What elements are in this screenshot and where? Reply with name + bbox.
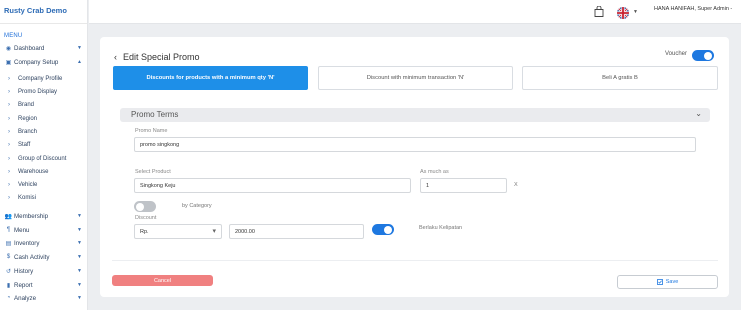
sidebar-sub-branch[interactable]: › Branch [0, 126, 88, 138]
analyze-icon: ◔ [6, 295, 11, 301]
chevron-down-icon: ▼ [77, 227, 82, 233]
chevron-right-icon: › [8, 102, 10, 108]
voucher-toggle[interactable] [692, 50, 714, 61]
chevron-right-icon: › [8, 195, 10, 201]
chevron-down-icon: ▼ [77, 282, 82, 288]
sidebar-item-membership[interactable]: 👥 Membership ▼ [0, 210, 88, 222]
chevron-right-icon: › [8, 156, 10, 162]
chevron-right-icon: › [8, 116, 10, 122]
voucher-label: Voucher [665, 51, 688, 57]
chevron-right-icon: › [8, 142, 10, 148]
sidebar-item-history[interactable]: ↺ History ▼ [0, 265, 88, 277]
users-icon: 👥 [4, 213, 13, 220]
promo-terms-header[interactable]: Promo Terms ⌄ [120, 108, 710, 122]
chevron-right-icon: › [8, 169, 10, 175]
sidebar-item-company-setup[interactable]: ▣ Company Setup ▲ [0, 56, 88, 68]
chevron-right-icon: › [8, 182, 10, 188]
sidebar-sub-brand[interactable]: › Brand [0, 99, 88, 111]
edit-promo-card: ‹ Edit Special Promo Voucher Discounts f… [100, 37, 729, 297]
history-icon: ↺ [5, 268, 12, 275]
save-icon [656, 279, 663, 285]
select-product-input[interactable]: Singkong Keju [134, 178, 411, 193]
brand-title[interactable]: Rusty Crab Demo [0, 0, 87, 24]
page-title: Edit Special Promo [123, 52, 200, 62]
sidebar-sub-group-of-discount[interactable]: › Group of Discount [0, 153, 88, 165]
inventory-icon: ▤ [5, 240, 12, 247]
chevron-down-icon: ▼ [77, 254, 82, 260]
discount-unit-select[interactable]: Rp. [134, 224, 222, 239]
sidebar: Rusty Crab Demo MENU ◉ Dashboard ▼ ▣ Com… [0, 0, 88, 310]
sidebar-item-analyze[interactable]: ◔ Analyze ▼ [0, 292, 88, 304]
report-icon: ▮ [6, 282, 11, 289]
uk-flag-icon[interactable] [617, 7, 629, 19]
by-category-label: by Category [182, 203, 212, 209]
shopping-bag-icon[interactable] [594, 6, 604, 17]
cancel-button[interactable]: Cancel [112, 275, 213, 286]
divider [112, 260, 718, 261]
chevron-down-icon: ▼ [77, 268, 82, 274]
sidebar-sub-promo-display[interactable]: › Promo Display [0, 86, 88, 98]
times-symbol: X [514, 182, 518, 188]
sidebar-item-menu[interactable]: ¶ Menu ▼ [0, 224, 88, 236]
save-button[interactable]: Save [617, 275, 718, 289]
sidebar-sub-company-profile[interactable]: › Company Profile [0, 73, 88, 85]
promo-name-label: Promo Name [135, 128, 168, 134]
chevron-down-icon: ▼ [77, 240, 82, 246]
tab-min-transaction[interactable]: Discount with minimum transaction 'N' [318, 66, 513, 90]
cash-icon: $ [6, 254, 11, 260]
sidebar-item-inventory[interactable]: ▤ Inventory ▼ [0, 237, 88, 249]
sidebar-sub-vehicle[interactable]: › Vehicle [0, 179, 88, 191]
chevron-down-icon: ▼ [77, 45, 82, 51]
sidebar-sub-warehouse[interactable]: › Warehouse [0, 166, 88, 178]
user-menu[interactable]: HANA HANIFAH, Super Admin - [654, 6, 732, 12]
discount-label: Discount [135, 215, 157, 221]
sidebar-item-cash-activity[interactable]: $ Cash Activity ▼ [0, 251, 88, 263]
sidebar-sub-staff[interactable]: › Staff [0, 139, 88, 151]
multiple-toggle[interactable] [372, 224, 394, 235]
chevron-up-icon: ▲ [77, 59, 82, 65]
chevron-down-icon: ▼ [77, 213, 82, 219]
as-much-as-input[interactable]: 1 [420, 178, 507, 193]
topbar: ▼ HANA HANIFAH, Super Admin - [89, 0, 741, 24]
company-icon: ▣ [5, 59, 12, 66]
menu-icon: ¶ [6, 227, 11, 233]
multiple-label: Berlaku Kelipatan [419, 225, 463, 231]
menu-title: MENU [4, 33, 23, 39]
select-product-label: Select Product [135, 169, 171, 175]
promo-name-input[interactable]: promo singkong [134, 137, 696, 152]
discount-value-input[interactable]: 2000.00 [229, 224, 364, 239]
chevron-down-icon: ▼ [77, 295, 82, 301]
language-chevron-icon[interactable]: ▼ [633, 9, 638, 15]
sidebar-item-report[interactable]: ▮ Report ▼ [0, 279, 88, 291]
sidebar-sub-komisi[interactable]: › Komisi [0, 192, 88, 204]
chevron-right-icon: › [8, 89, 10, 95]
sidebar-item-dashboard[interactable]: ◉ Dashboard ▼ [0, 42, 88, 54]
tab-min-qty[interactable]: Discounts for products with a minimum qt… [113, 66, 308, 90]
dashboard-icon: ◉ [5, 45, 12, 52]
as-much-as-label: As much as [420, 169, 449, 175]
chevron-down-icon: ⌄ [695, 109, 702, 118]
sidebar-sub-region[interactable]: › Region [0, 113, 88, 125]
section-title: Promo Terms [131, 110, 179, 119]
chevron-right-icon: › [8, 129, 10, 135]
chevron-right-icon: › [8, 76, 10, 82]
by-category-toggle[interactable] [134, 201, 156, 212]
tab-beli-a-gratis-b[interactable]: Beli A gratis B [522, 66, 718, 90]
back-chevron-icon[interactable]: ‹ [114, 52, 117, 62]
